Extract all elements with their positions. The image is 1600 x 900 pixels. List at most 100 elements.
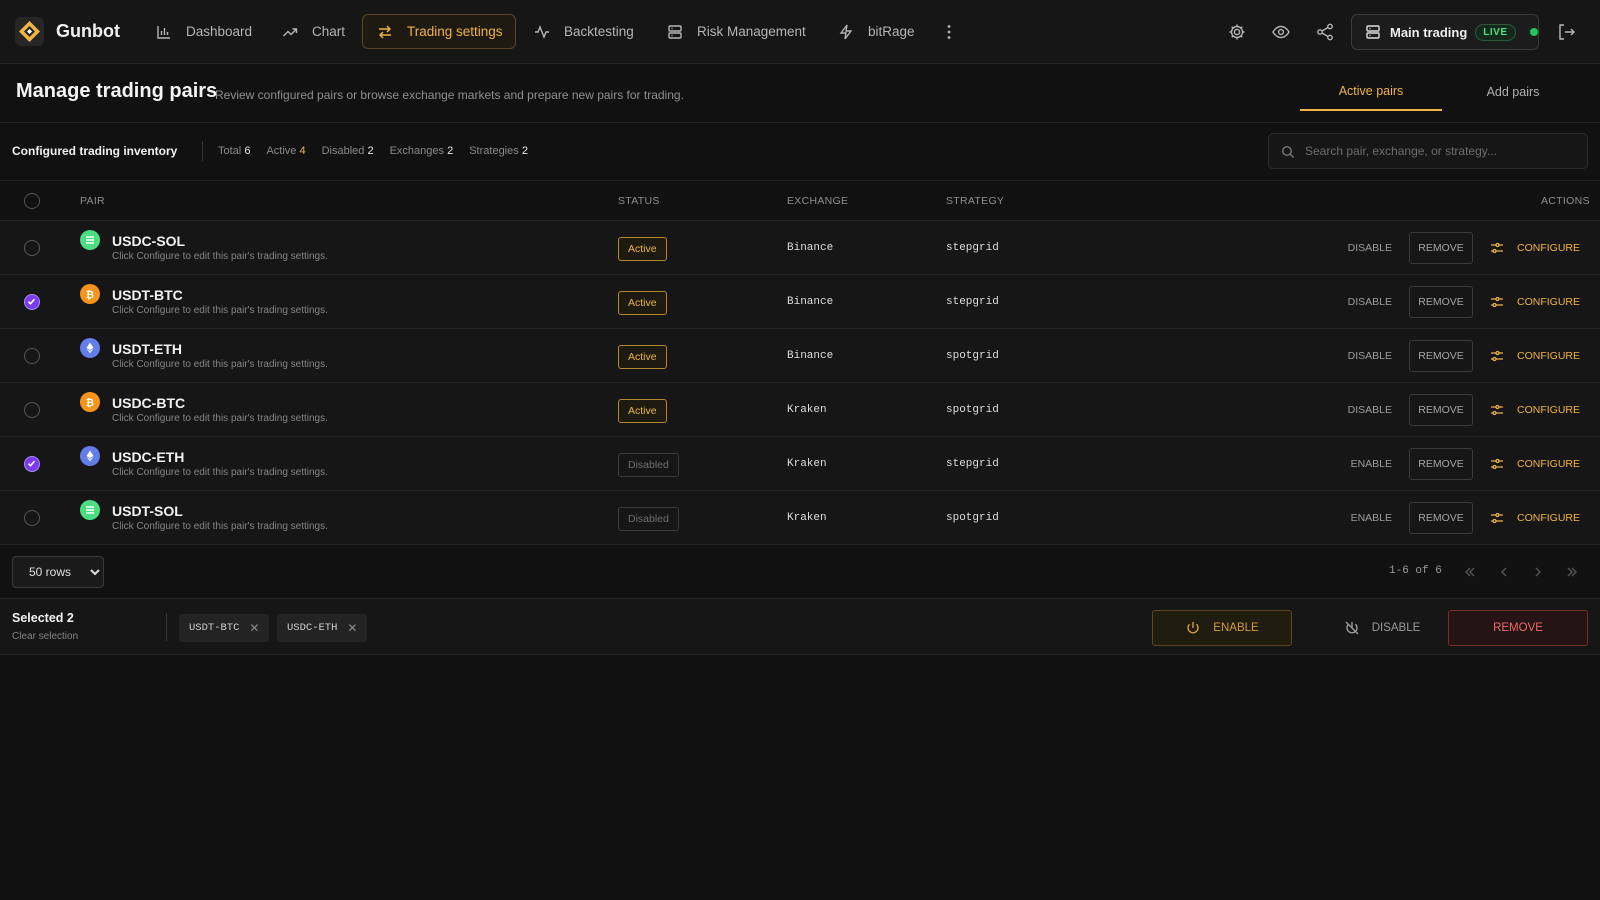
page-title: Manage trading pairs: [16, 80, 218, 102]
bulk-enable-button[interactable]: ENABLE: [1152, 610, 1292, 646]
table-row: ₿ USDC-BTC Click Configure to edit this …: [0, 382, 1600, 436]
nav-risk-management[interactable]: Risk Management: [666, 14, 807, 49]
disable-button[interactable]: DISABLE: [1332, 296, 1392, 308]
configure-label: CONFIGURE: [1517, 404, 1580, 416]
nav-chart[interactable]: Chart: [281, 14, 346, 49]
selected-chip-label: USDT-BTC: [189, 622, 240, 634]
nav-backtesting[interactable]: Backtesting: [533, 14, 635, 49]
live-status-dot: [1529, 28, 1538, 36]
enable-button[interactable]: ENABLE: [1332, 512, 1392, 524]
tab-add-pairs[interactable]: Add pairs: [1442, 72, 1584, 111]
remove-chip-icon[interactable]: ✕: [249, 621, 259, 635]
configure-label: CONFIGURE: [1517, 296, 1580, 308]
nav-dashboard[interactable]: Dashboard: [155, 14, 253, 49]
next-page-icon[interactable]: [1530, 564, 1546, 580]
strategy-name: stepgrid: [946, 458, 999, 470]
search-box: [1268, 133, 1588, 169]
top-nav: Gunbot Dashboard Chart Trading settings …: [0, 0, 1600, 64]
exchange-name: Kraken: [787, 404, 827, 416]
configure-button[interactable]: CONFIGURE: [1490, 511, 1580, 525]
share-icon[interactable]: [1315, 22, 1335, 42]
server-icon: [668, 24, 682, 39]
tab-active-pairs[interactable]: Active pairs: [1300, 72, 1442, 111]
pair-name: USDT-SOL: [112, 503, 183, 519]
rows-per-page-select[interactable]: 50 rows: [12, 556, 104, 588]
last-page-icon[interactable]: [1564, 564, 1580, 580]
pair-name: USDC-ETH: [112, 449, 185, 465]
remove-chip-icon[interactable]: ✕: [347, 621, 357, 635]
stat-active: Active 4: [266, 145, 306, 157]
status-badge: Disabled: [618, 507, 679, 531]
more-menu-icon[interactable]: [939, 22, 959, 42]
nav-bitrage[interactable]: bitRage: [837, 14, 916, 49]
strategy-name: spotgrid: [946, 404, 999, 416]
row-select-checkbox[interactable]: [24, 348, 40, 364]
exchange-name: Binance: [787, 242, 834, 254]
row-select-checkbox[interactable]: [24, 456, 40, 472]
configure-label: CONFIGURE: [1517, 242, 1580, 254]
select-all-checkbox[interactable]: [24, 193, 40, 209]
pagination-range: 1-6 of 6: [1389, 565, 1442, 577]
row-select-checkbox[interactable]: [24, 240, 40, 256]
disable-button[interactable]: DISABLE: [1332, 350, 1392, 362]
column-pair[interactable]: PAIR: [80, 195, 105, 207]
column-exchange[interactable]: EXCHANGE: [787, 195, 848, 207]
pair-hint: Click Configure to edit this pair's trad…: [112, 359, 328, 370]
row-select-checkbox[interactable]: [24, 294, 40, 310]
bulk-remove-button[interactable]: REMOVE: [1448, 610, 1588, 646]
disable-button[interactable]: DISABLE: [1332, 404, 1392, 416]
pair-name: USDT-ETH: [112, 341, 182, 357]
stat-exchanges: Exchanges 2: [389, 145, 454, 157]
lightning-icon: [839, 24, 853, 39]
column-status[interactable]: STATUS: [618, 195, 660, 207]
trend-up-icon: [283, 27, 298, 36]
inventory-stats: Total 6 Active 4 Disabled 2 Exchanges 2 …: [218, 145, 528, 157]
trading-mode-selector[interactable]: Main trading LIVE: [1351, 14, 1539, 50]
column-strategy[interactable]: STRATEGY: [946, 195, 1004, 207]
btc-coin-icon: ₿: [80, 392, 100, 412]
configure-button[interactable]: CONFIGURE: [1490, 295, 1580, 309]
status-badge: Active: [618, 237, 667, 261]
configure-label: CONFIGURE: [1517, 458, 1580, 470]
table-row: USDC-SOL Click Configure to edit this pa…: [0, 220, 1600, 274]
prev-page-icon[interactable]: [1496, 564, 1512, 580]
search-input[interactable]: [1305, 134, 1575, 168]
selection-count: Selected 2: [12, 611, 74, 625]
pair-hint: Click Configure to edit this pair's trad…: [112, 521, 328, 532]
configure-button[interactable]: CONFIGURE: [1490, 457, 1580, 471]
remove-button[interactable]: REMOVE: [1409, 340, 1473, 372]
strategy-name: stepgrid: [946, 242, 999, 254]
remove-button[interactable]: REMOVE: [1409, 448, 1473, 480]
configure-button[interactable]: CONFIGURE: [1490, 241, 1580, 255]
configure-label: CONFIGURE: [1517, 350, 1580, 362]
clear-selection-link[interactable]: Clear selection: [12, 631, 78, 642]
configure-button[interactable]: CONFIGURE: [1490, 349, 1580, 363]
pair-name: USDC-BTC: [112, 395, 186, 411]
sliders-icon: [1491, 458, 1503, 470]
nav-trading-settings[interactable]: Trading settings: [362, 14, 516, 49]
configure-button[interactable]: CONFIGURE: [1490, 403, 1580, 417]
settings-gear-icon[interactable]: [1227, 22, 1247, 42]
svg-text:₿: ₿: [86, 289, 94, 300]
first-page-icon[interactable]: [1462, 564, 1478, 580]
table-header: PAIR STATUS EXCHANGE STRATEGY ACTIONS: [0, 180, 1600, 220]
inventory-divider: [202, 141, 203, 161]
bulk-disable-button[interactable]: DISABLE: [1330, 610, 1434, 646]
gunbot-logo-icon[interactable]: [15, 17, 44, 46]
logout-icon[interactable]: [1556, 22, 1576, 42]
brand-name[interactable]: Gunbot: [56, 21, 120, 42]
row-select-checkbox[interactable]: [24, 510, 40, 526]
remove-button[interactable]: REMOVE: [1409, 232, 1473, 264]
disable-button[interactable]: DISABLE: [1332, 242, 1392, 254]
column-actions: ACTIONS: [1541, 195, 1590, 207]
eye-icon[interactable]: [1271, 22, 1291, 42]
remove-button[interactable]: REMOVE: [1409, 502, 1473, 534]
nav-risk-management-label: Risk Management: [697, 24, 806, 39]
enable-button[interactable]: ENABLE: [1332, 458, 1392, 470]
remove-button[interactable]: REMOVE: [1409, 394, 1473, 426]
pair-name: USDT-BTC: [112, 287, 183, 303]
bulk-disable-label: DISABLE: [1371, 622, 1421, 634]
search-icon: [1281, 145, 1294, 158]
row-select-checkbox[interactable]: [24, 402, 40, 418]
remove-button[interactable]: REMOVE: [1409, 286, 1473, 318]
